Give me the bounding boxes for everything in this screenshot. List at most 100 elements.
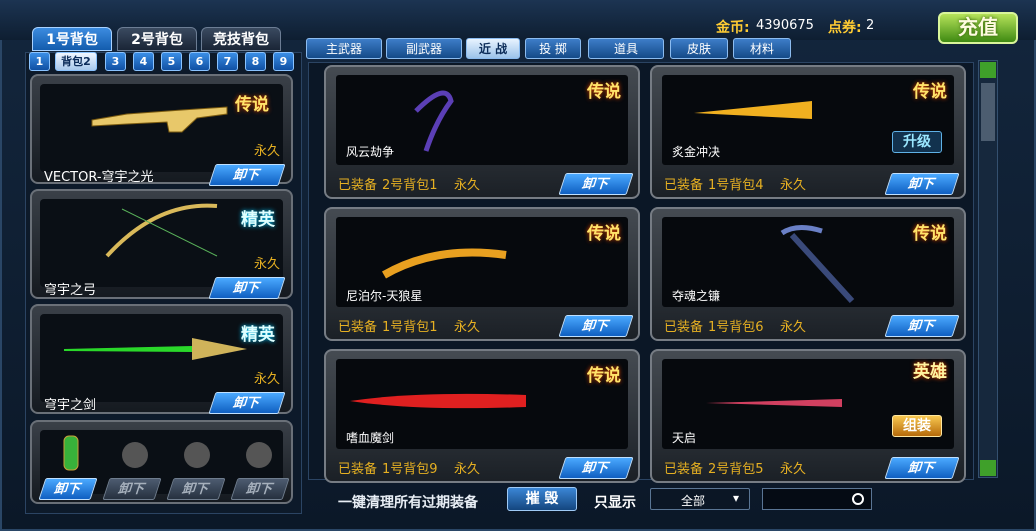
tab-arena-bag[interactable]: 竞技背包 [201,27,281,51]
slot-duration: 永久 [254,144,281,159]
equip-status: 已装备 [338,462,378,477]
bag-location: 2号背包1 [382,178,438,193]
equip-status: 已装备 [664,462,704,477]
equip-status: 已装备 [664,178,704,193]
bag-number-9[interactable]: 9 [273,52,294,71]
unequip-button[interactable]: 卸下 [558,457,634,479]
tab-bag-1[interactable]: 1号背包 [32,27,112,51]
unequip-button[interactable]: 卸下 [208,164,286,186]
unequip-button[interactable]: 卸下 [230,478,290,500]
unequip-button[interactable]: 卸下 [884,315,960,337]
spiked-blade-icon [706,399,842,407]
tab-skins[interactable]: 皮肤 [670,38,728,59]
chevron-down-icon: ▾ [733,491,740,505]
gold-label: 金币: [716,20,750,36]
item-card[interactable]: 传说 升级 炙金冲决 已装备 1号背包4 永久 卸下 [650,65,966,199]
unequip-button[interactable]: 卸下 [38,478,98,500]
bag-location: 2号背包5 [708,462,764,477]
equip-status: 已装备 [664,320,704,335]
unequip-button[interactable]: 卸下 [558,173,634,195]
rarity-badge: 传说 [913,224,947,244]
scythe-icon [780,225,855,304]
item-duration: 永久 [454,178,481,193]
bag-location: 1号背包1 [382,320,438,335]
show-only-label: 只显示 [594,495,636,511]
left-slot: 精英 穹宇之弓 永久 卸下 [30,189,293,299]
sword-icon [64,338,247,360]
filter-value: 全部 [681,494,706,508]
bag-number-1[interactable]: 1 [29,52,50,71]
item-duration: 永久 [454,462,481,477]
item-name: 风云劫争 [346,145,395,159]
item-name: 炙金冲决 [672,145,721,159]
unequip-button[interactable]: 卸下 [558,315,634,337]
points-label: 点券: [828,20,862,36]
left-slot: 精英 穹宇之剑 永久 卸下 [30,304,293,414]
unequip-button[interactable]: 卸下 [208,392,286,414]
clean-expired-label: 一键清理所有过期装备 [338,495,478,511]
assemble-button[interactable]: 组装 [892,415,942,437]
tab-materials[interactable]: 材料 [733,38,791,59]
slot-duration: 永久 [254,257,281,272]
item-card[interactable]: 传说 尼泊尔-天狼星 已装备 1号背包1 永久 卸下 [324,207,640,341]
item-name: 嗜血魔剑 [346,431,395,445]
bow-icon [105,203,218,258]
item-duration: 永久 [454,320,481,335]
tab-primary-weapon[interactable]: 主武器 [306,38,382,59]
bag-number-7[interactable]: 7 [217,52,238,71]
slot-name: 穹宇之剑 [44,398,97,413]
bag-number-2[interactable]: 背包2 [55,52,97,71]
scroll-down-icon[interactable] [980,460,996,476]
tab-items[interactable]: 道具 [588,38,664,59]
tab-bag-2[interactable]: 2号背包 [117,27,197,51]
bag-number-3[interactable]: 3 [105,52,126,71]
equip-status: 已装备 [338,320,378,335]
item-card[interactable]: 英雄 组装 天启 已装备 2号背包5 永久 卸下 [650,349,966,483]
scrollbar[interactable] [978,60,998,478]
slot-duration: 永久 [254,372,281,387]
rarity-badge: 传说 [587,366,621,386]
unequip-button[interactable]: 卸下 [102,478,162,500]
tab-throwable[interactable]: 投 掷 [525,38,581,59]
item-duration: 永久 [780,178,807,193]
grenade-slots: 卸下 卸下 卸下 卸下 [30,420,293,504]
rifle-icon [91,106,228,133]
tab-melee[interactable]: 近 战 [466,38,520,59]
filter-select[interactable]: 全部 ▾ [650,488,750,510]
scroll-up-icon[interactable] [980,62,996,78]
grenade-icon [246,442,272,468]
item-card[interactable]: 传说 风云劫争 已装备 2号背包1 永久 卸下 [324,65,640,199]
unequip-button[interactable]: 卸下 [166,478,226,500]
unequip-button[interactable]: 卸下 [884,173,960,195]
search-input[interactable] [762,488,872,510]
unequip-button[interactable]: 卸下 [884,457,960,479]
slot-name: VECTOR-穹宇之光 [44,170,154,185]
left-slot: 传说 VECTOR-穹宇之光 永久 卸下 [30,74,293,186]
upgrade-button[interactable]: 升级 [892,131,942,153]
rarity-badge: 精英 [241,325,275,345]
scroll-thumb[interactable] [981,83,995,141]
bag-location: 1号背包6 [708,320,764,335]
bag-number-8[interactable]: 8 [245,52,266,71]
bag-number-6[interactable]: 6 [189,52,210,71]
bag-location: 1号背包4 [708,178,764,193]
grenade-icon [184,442,210,468]
bag-number-5[interactable]: 5 [161,52,182,71]
item-name: 夺魂之镰 [672,289,721,303]
item-name: 天启 [672,431,697,445]
bag-number-4[interactable]: 4 [133,52,154,71]
item-card[interactable]: 传说 嗜血魔剑 已装备 1号背包9 永久 卸下 [324,349,640,483]
recharge-button[interactable]: 充值 [938,12,1018,44]
search-icon[interactable] [851,492,867,508]
tab-secondary-weapon[interactable]: 副武器 [386,38,462,59]
item-card[interactable]: 传说 夺魂之镰 已装备 1号背包6 永久 卸下 [650,207,966,341]
rarity-badge: 传说 [235,95,269,115]
blade-icon [694,101,812,119]
bottom-bar: 一键清理所有过期装备 摧 毁 只显示 全部 ▾ [308,484,1008,516]
rarity-badge: 传说 [587,224,621,244]
rarity-badge: 传说 [587,82,621,102]
item-duration: 永久 [780,320,807,335]
destroy-button[interactable]: 摧 毁 [507,487,577,511]
unequip-button[interactable]: 卸下 [208,277,286,299]
rarity-badge: 精英 [241,210,275,230]
